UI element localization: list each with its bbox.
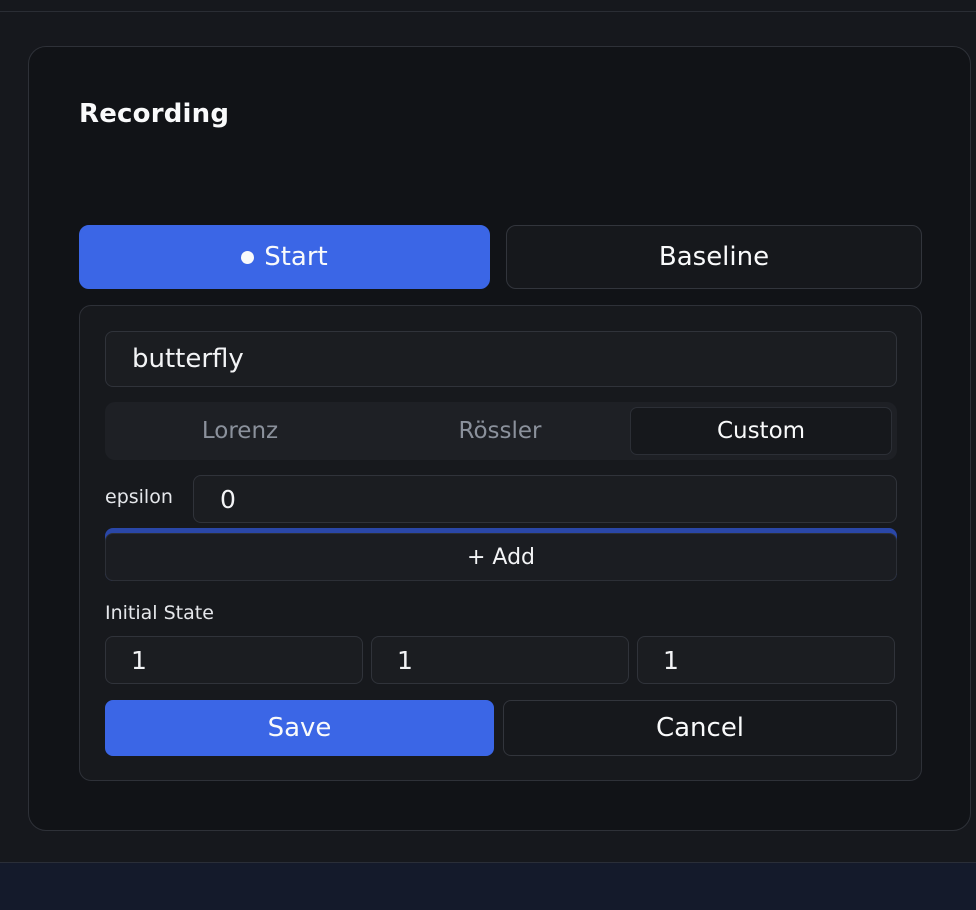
tab-rossler[interactable]: Rössler: [370, 407, 630, 455]
tab-custom[interactable]: Custom: [630, 407, 892, 455]
attractor-type-tabs: Lorenz Rössler Custom: [105, 402, 897, 460]
start-recording-button[interactable]: Start: [79, 225, 490, 289]
initial-state-z-input[interactable]: [637, 636, 895, 684]
recording-name-input[interactable]: [105, 331, 897, 387]
initial-state-label: Initial State: [105, 602, 214, 624]
panel-title: Recording: [79, 99, 230, 129]
start-button-label: Start: [264, 242, 328, 272]
initial-state-y-input[interactable]: [371, 636, 629, 684]
cancel-button[interactable]: Cancel: [503, 700, 897, 756]
param-name-label: epsilon: [105, 486, 173, 508]
baseline-button[interactable]: Baseline: [506, 225, 922, 289]
param-value-input[interactable]: [193, 475, 897, 523]
save-button[interactable]: Save: [105, 700, 494, 756]
attractor-form-card: Lorenz Rössler Custom epsilon + Add Init…: [79, 305, 922, 781]
tab-lorenz[interactable]: Lorenz: [110, 407, 370, 455]
add-param-focus-ring: + Add: [105, 528, 897, 581]
recording-panel: Recording Start Baseline Lorenz Rössler …: [28, 46, 971, 831]
initial-state-x-input[interactable]: [105, 636, 363, 684]
add-param-button[interactable]: + Add: [105, 533, 897, 581]
bottom-bar: [0, 862, 976, 910]
baseline-button-label: Baseline: [658, 242, 770, 272]
record-dot-icon: [241, 250, 255, 264]
top-divider: [0, 0, 976, 12]
